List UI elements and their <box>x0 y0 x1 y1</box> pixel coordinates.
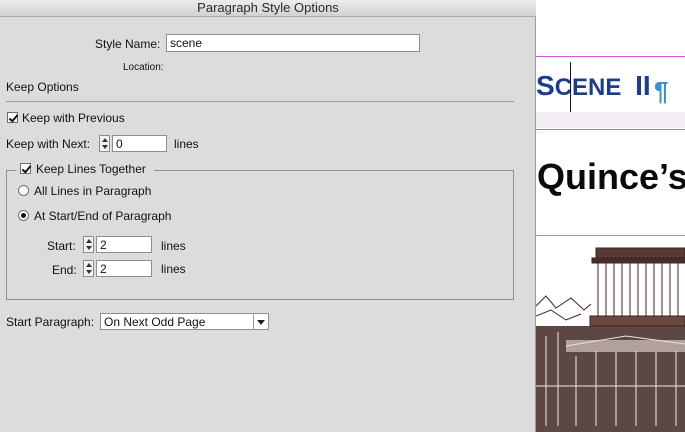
group-legend: Keep Lines Together <box>16 161 154 177</box>
style-name-input[interactable]: scene <box>166 34 420 52</box>
keep-lines-together-label: Keep Lines Together <box>36 162 146 176</box>
start-end-label: At Start/End of Paragraph <box>34 209 172 223</box>
start-input[interactable]: 2 <box>96 236 152 253</box>
start-unit: lines <box>161 239 186 253</box>
end-stepper[interactable] <box>83 260 94 277</box>
section-title: Keep Options <box>6 80 79 94</box>
end-unit: lines <box>161 262 186 276</box>
start-paragraph-value: On Next Odd Page <box>104 315 206 329</box>
stepper-down-icon[interactable] <box>102 145 108 149</box>
location-label: Location: <box>123 62 164 73</box>
start-label: Start: <box>47 239 76 253</box>
heading-small-caps: CENE <box>554 74 622 101</box>
baseline-guide <box>536 129 685 130</box>
all-lines-label: All Lines in Paragraph <box>34 184 152 198</box>
start-paragraph-select[interactable]: On Next Odd Page <box>100 313 269 330</box>
stepper-up-icon[interactable] <box>102 138 108 142</box>
paragraph-highlight <box>536 112 685 128</box>
section-divider <box>6 101 514 102</box>
keep-with-next-stepper[interactable] <box>99 135 110 152</box>
end-label: End: <box>52 263 77 277</box>
style-name-label: Style Name: <box>95 37 161 51</box>
stepper-down-icon[interactable] <box>86 270 92 274</box>
end-input[interactable]: 2 <box>96 260 152 277</box>
document-page: SCENE II ¶ Quince’s <box>536 0 685 432</box>
all-lines-radio[interactable] <box>18 185 29 196</box>
start-stepper[interactable] <box>83 236 94 253</box>
text-cursor <box>570 62 571 112</box>
stepper-up-icon[interactable] <box>86 239 92 243</box>
engraving-image <box>536 236 685 432</box>
scene-heading[interactable]: SCENE II <box>536 70 651 102</box>
keep-with-previous-checkbox[interactable] <box>7 112 18 123</box>
keep-with-next-input[interactable]: 0 <box>112 135 167 152</box>
start-end-radio[interactable] <box>18 210 29 221</box>
stepper-down-icon[interactable] <box>86 246 92 250</box>
keep-lines-together-checkbox[interactable] <box>20 163 31 174</box>
chevron-down-icon[interactable] <box>253 314 268 330</box>
dialog-title: Paragraph Style Options <box>0 0 536 17</box>
subheading[interactable]: Quince’s <box>537 156 685 198</box>
start-paragraph-label: Start Paragraph: <box>6 315 95 329</box>
paragraph-style-options-dialog: Paragraph Style Options Style Name: scen… <box>0 0 536 432</box>
keep-with-next-unit: lines <box>174 137 199 151</box>
stepper-up-icon[interactable] <box>86 263 92 267</box>
keep-with-previous-label: Keep with Previous <box>22 111 125 125</box>
heading-numeral: II <box>635 70 651 101</box>
keep-with-next-label: Keep with Next: <box>6 137 91 151</box>
heading-cap: S <box>536 70 555 101</box>
margin-guide <box>536 56 685 57</box>
pilcrow-icon: ¶ <box>654 76 669 106</box>
